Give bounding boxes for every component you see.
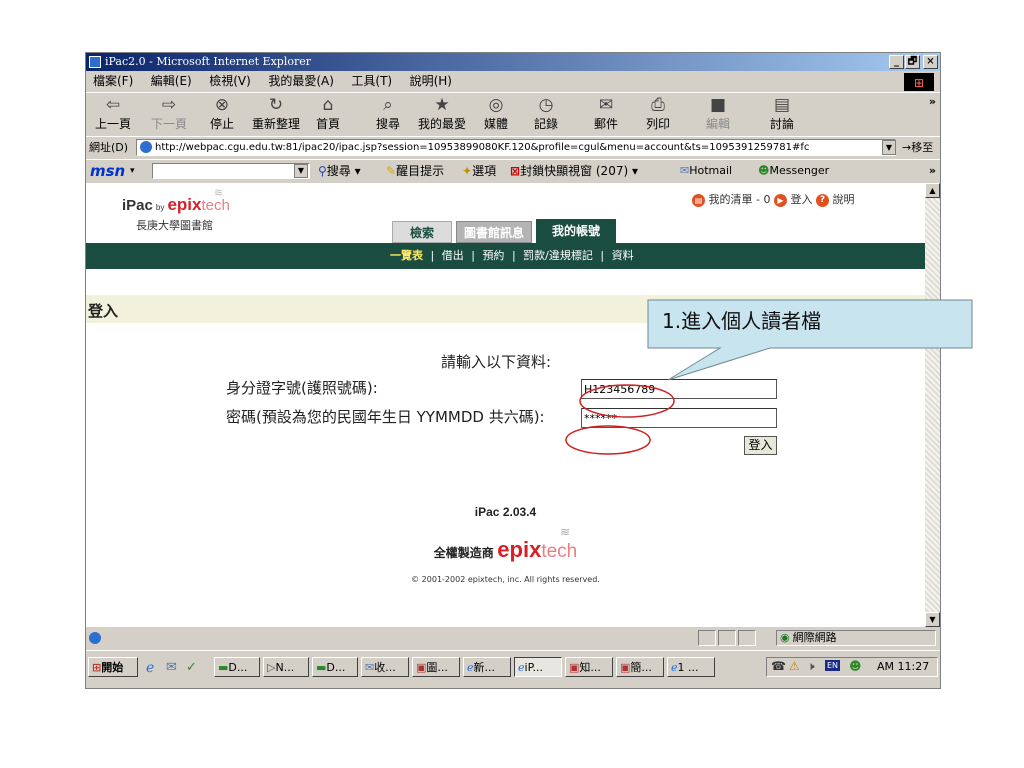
highlight-ellipse-password xyxy=(565,425,651,455)
callout-text: 1.進入個人讀者檔 xyxy=(662,309,822,333)
highlight-ellipse-id xyxy=(579,384,675,418)
annotation-overlay xyxy=(565,299,973,455)
